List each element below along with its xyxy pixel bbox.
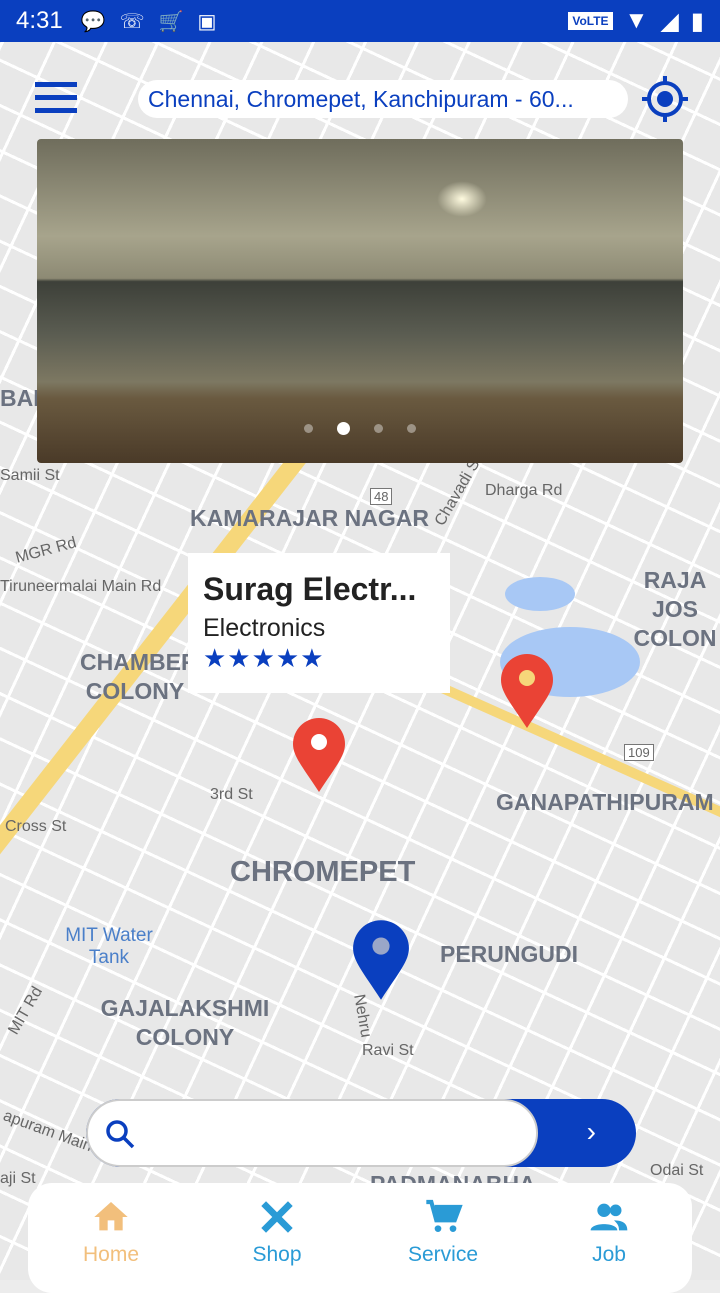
shop-category: Electronics	[203, 614, 326, 642]
highway-shield: 48	[370, 488, 393, 505]
search-bar: ›	[86, 1099, 636, 1167]
street-label: Cross St	[5, 818, 67, 835]
street-label: Dharga Rd	[485, 482, 563, 499]
map-label: GAJALAKSHMI COLONY	[100, 995, 270, 1050]
street-label: aji St	[0, 1170, 36, 1187]
map-label: PERUNGUDI	[440, 941, 579, 967]
map-label: GANAPATHIPURAM	[496, 789, 714, 815]
shop-info-card[interactable]: Surag Electr... Electronics ★★★★★	[188, 553, 450, 693]
street-label: MGR Rd	[13, 534, 79, 567]
battery-icon: ▮	[690, 7, 704, 35]
nav-home[interactable]: Home	[51, 1197, 171, 1293]
map-label: CHAMBERS COLONY	[80, 649, 213, 704]
carousel-indicator[interactable]	[37, 422, 683, 435]
image-icon: ▣	[197, 10, 217, 33]
volte-badge: VoLTE	[568, 12, 613, 30]
amazon-icon: 🛒	[158, 10, 184, 33]
current-location-pin-icon[interactable]	[352, 920, 410, 1000]
home-icon	[94, 1202, 128, 1231]
clock: 4:31	[16, 7, 63, 34]
street-label: MIT Rd	[5, 983, 47, 1038]
street-label: Chavadi St	[431, 452, 486, 529]
wifi-icon: ▼	[624, 7, 649, 34]
map-label: CHROMEPET	[230, 856, 416, 888]
street-label: Odai St	[650, 1162, 704, 1179]
shop-name: Surag Electr...	[203, 571, 417, 607]
nav-job[interactable]: Job	[549, 1197, 669, 1293]
cart-icon	[426, 1199, 463, 1232]
shop-marker-pin-icon[interactable]	[292, 718, 346, 792]
street-label: Tiruneermalai Main Rd	[0, 578, 162, 595]
signal-icon: ◢	[660, 7, 679, 35]
search-icon	[106, 1120, 135, 1149]
nav-service[interactable]: Service	[383, 1197, 503, 1293]
message-icon: 💬	[80, 10, 106, 33]
highway-shield: 109	[624, 744, 654, 761]
search-input[interactable]	[86, 1099, 538, 1167]
street-label: 3rd St	[210, 786, 253, 803]
status-bar: 4:31 💬 ☏ 🛒 ▣ VoLTE ▼ ◢ ▮	[0, 0, 720, 42]
shop-marker-pin-icon[interactable]	[500, 654, 554, 728]
image-carousel[interactable]	[37, 139, 683, 463]
map-label: KAMARAJAR NAGAR	[190, 505, 429, 531]
nav-shop[interactable]: Shop	[217, 1197, 337, 1293]
poi-label: MIT Water Tank	[65, 925, 153, 968]
address-field[interactable]: Chennai, Chromepet, Kanchipuram - 60...	[138, 80, 628, 118]
gps-target-icon[interactable]	[640, 74, 690, 124]
people-icon	[590, 1203, 628, 1231]
search-submit-chevron-icon[interactable]: ›	[587, 1116, 596, 1148]
street-label: Samii St	[0, 467, 60, 484]
missed-call-icon: ☏	[119, 10, 145, 33]
tools-icon	[261, 1201, 293, 1233]
street-label: Ravi St	[362, 1042, 414, 1059]
map-label: RAJA JOS COLON	[633, 567, 717, 651]
bottom-navigation: Home Shop Service Job	[28, 1183, 692, 1293]
star-rating: ★★★★★	[203, 643, 325, 673]
menu-button[interactable]	[35, 82, 77, 121]
